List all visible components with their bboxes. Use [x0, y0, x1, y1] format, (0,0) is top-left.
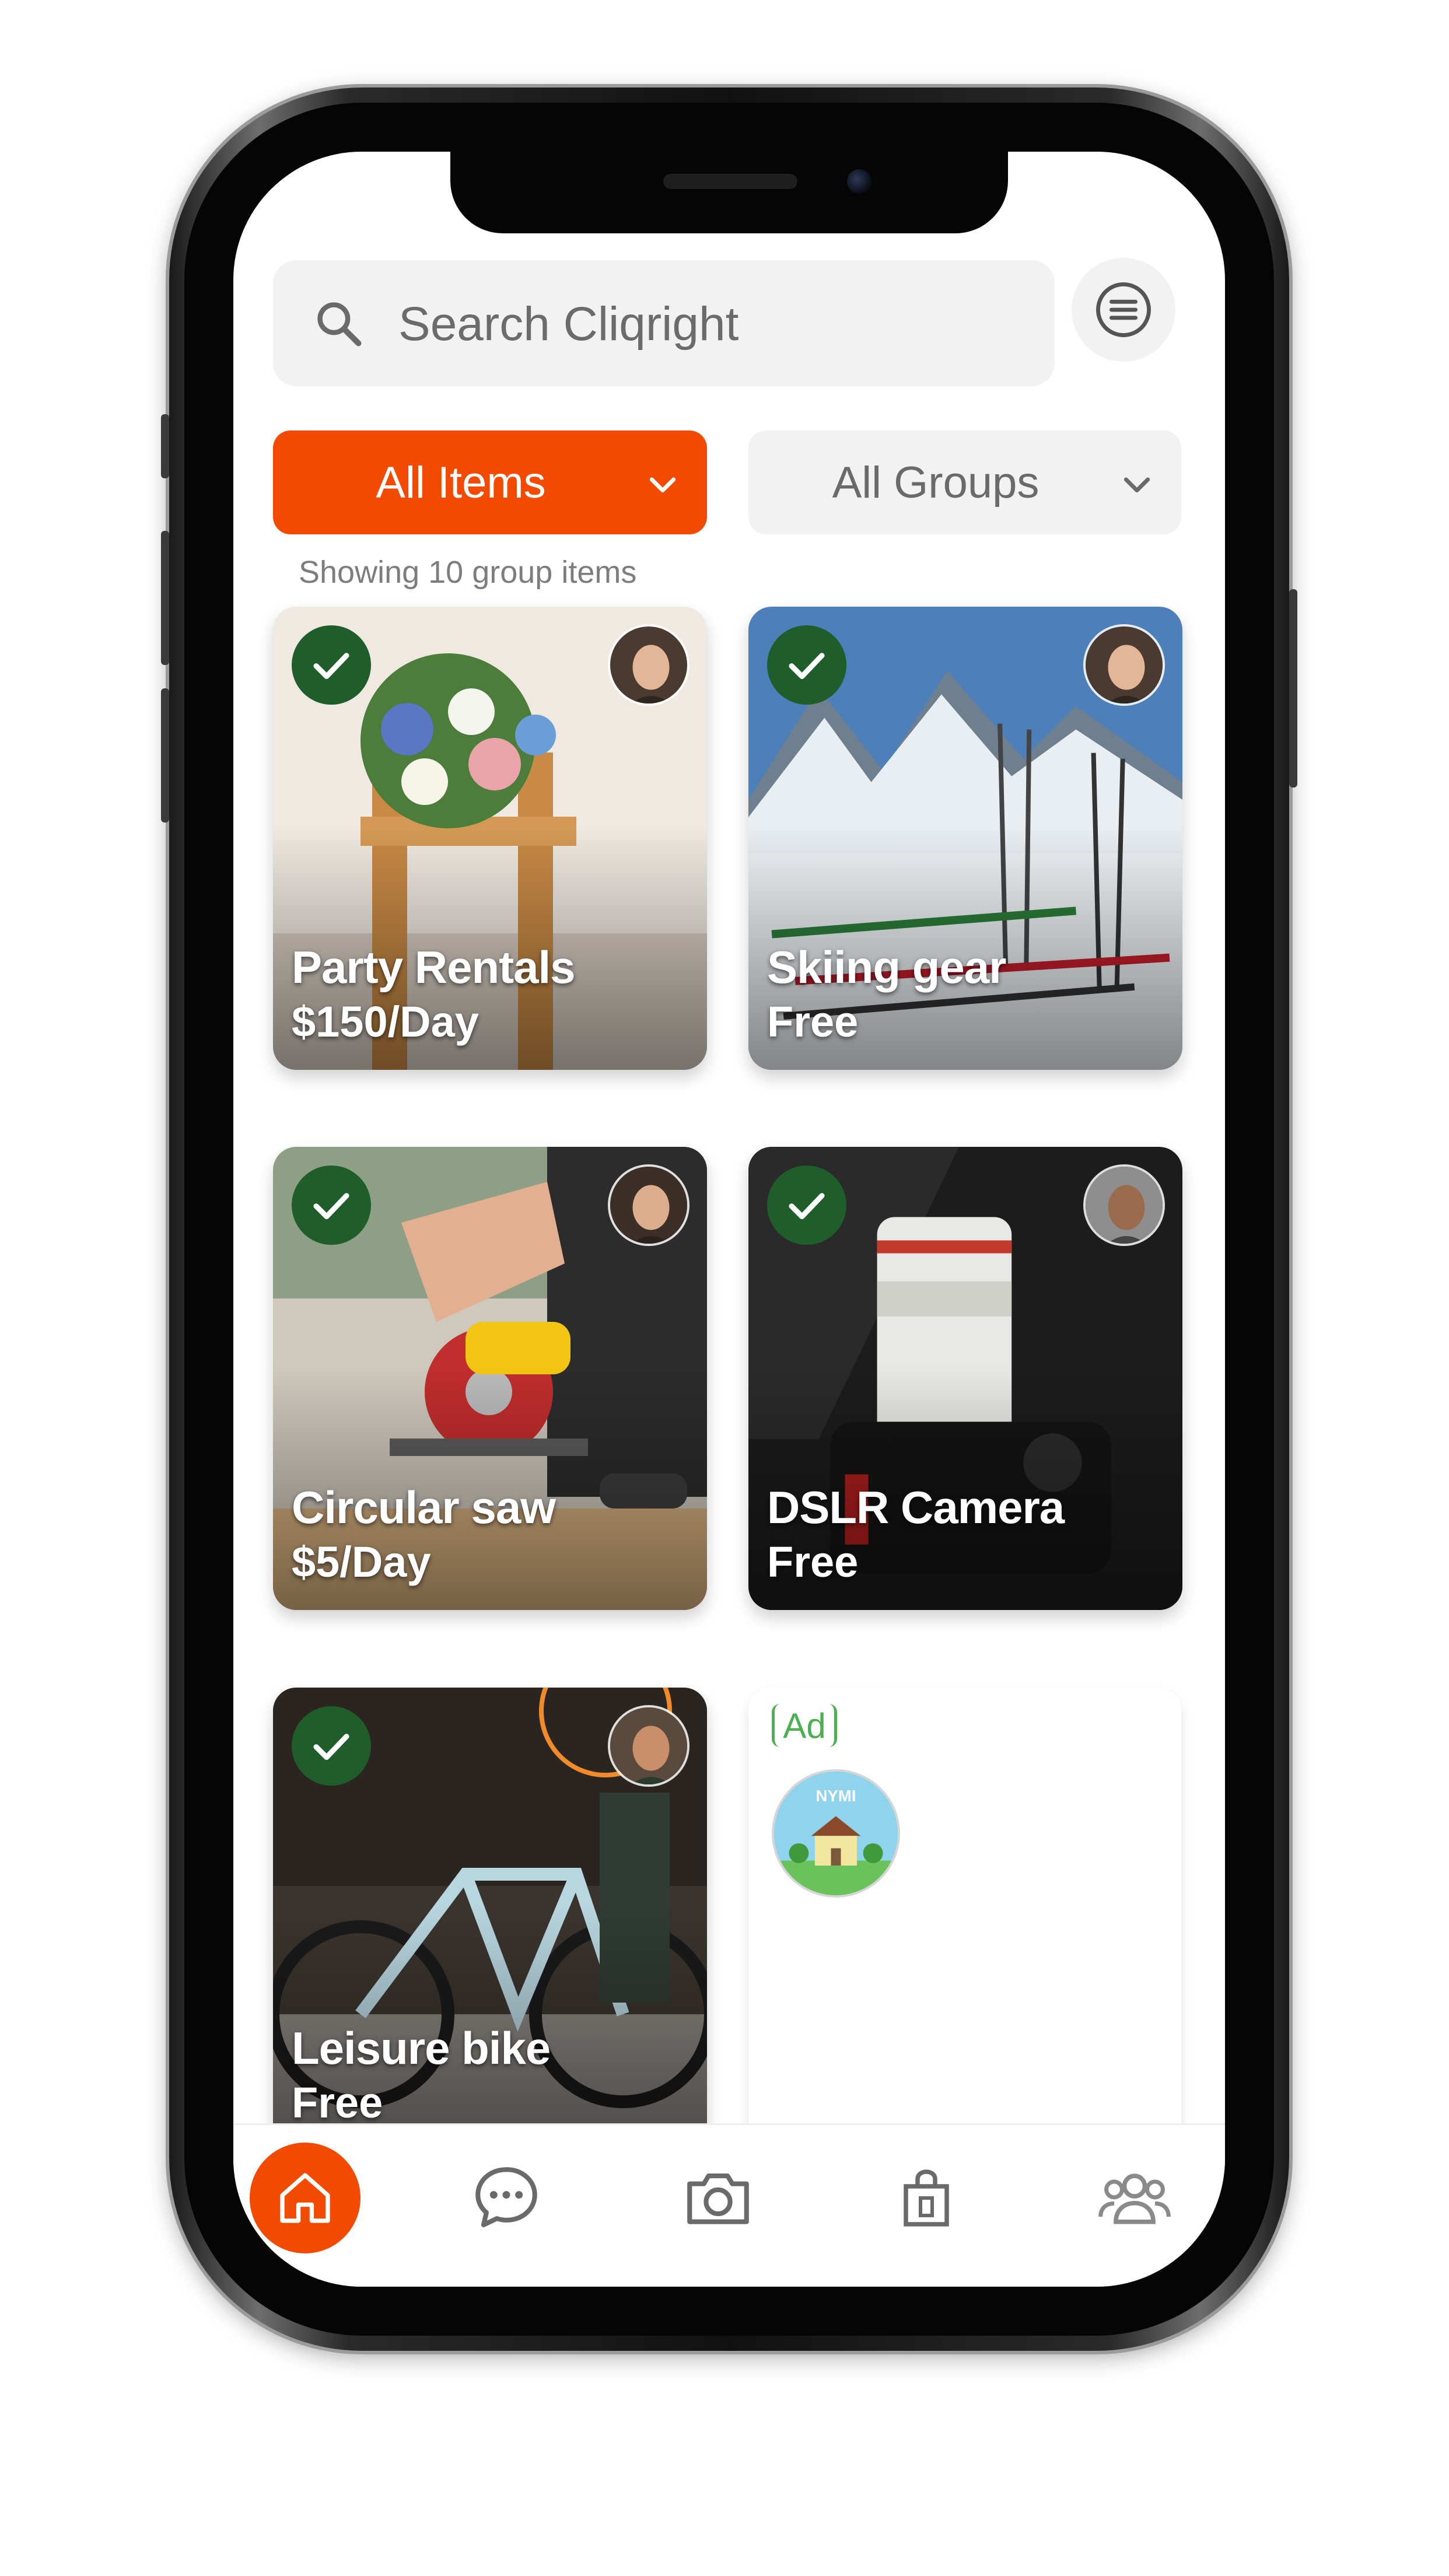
selected-check-icon[interactable] [767, 625, 846, 705]
results-count: Showing 10 group items [299, 555, 637, 590]
nav-home[interactable] [250, 2143, 360, 2253]
selected-check-icon[interactable] [292, 625, 371, 705]
nav-shop[interactable] [871, 2143, 982, 2253]
nymi-logo[interactable]: NYMI [772, 1769, 900, 1898]
camera-icon [687, 2174, 749, 2224]
card-title: Leisure bike [292, 2022, 551, 2074]
ad-badge: Ad [772, 1704, 837, 1747]
all-groups-label: All Groups [832, 457, 1040, 508]
search-icon [317, 302, 362, 346]
owner-avatar[interactable] [608, 624, 690, 706]
notch [450, 152, 1008, 233]
card-title: Party Rentals [292, 942, 576, 993]
speaker-grille [663, 174, 797, 189]
item-card-skiing-gear[interactable]: Skiing gear Free [748, 607, 1182, 1070]
owner-avatar[interactable] [1083, 1164, 1165, 1246]
card-price: Free [292, 2078, 383, 2127]
app-screen: All Items All Groups Showing 10 group it… [233, 152, 1225, 2287]
nav-groups[interactable] [1079, 2143, 1190, 2253]
volume-down-button [161, 688, 169, 822]
bottom-nav [233, 2123, 1225, 2287]
menu-button[interactable] [1072, 258, 1175, 362]
item-card-dslr-camera[interactable]: DSLR Camera Free [748, 1147, 1182, 1610]
selected-check-icon[interactable] [292, 1706, 371, 1786]
search-input[interactable] [398, 295, 1028, 354]
phone-frame: All Items All Groups Showing 10 group it… [161, 88, 1297, 2351]
all-items-label: All Items [376, 457, 546, 508]
shopping-bag-icon [904, 2169, 949, 2227]
card-title: DSLR Camera [767, 1482, 1065, 1533]
card-title: Circular saw [292, 1482, 556, 1533]
mute-switch [161, 414, 169, 478]
item-card-party-rentals[interactable]: Party Rentals $150/Day [273, 607, 707, 1070]
card-price: $150/Day [292, 998, 479, 1046]
item-card-circular-saw[interactable]: Circular saw $5/Day [273, 1147, 707, 1610]
card-title: Skiing gear [767, 942, 1006, 993]
all-items-dropdown[interactable]: All Items [273, 430, 707, 534]
chevron-down-icon [1124, 477, 1150, 493]
chevron-down-icon [649, 477, 676, 493]
group-icon [1098, 2174, 1171, 2224]
nav-chat[interactable] [451, 2143, 562, 2253]
volume-up-button [161, 531, 169, 665]
menu-icon [1096, 282, 1151, 337]
all-groups-dropdown[interactable]: All Groups [748, 430, 1181, 534]
selected-check-icon[interactable] [292, 1166, 371, 1245]
nav-camera[interactable] [663, 2143, 774, 2253]
power-button [1289, 589, 1297, 788]
card-price: $5/Day [292, 1538, 431, 1586]
owner-avatar[interactable] [608, 1705, 690, 1787]
search-bar[interactable] [273, 260, 1055, 386]
item-card-leisure-bike[interactable]: Leisure bike Free [273, 1688, 707, 2151]
chat-icon [475, 2167, 537, 2228]
owner-avatar[interactable] [608, 1164, 690, 1246]
ad-card[interactable]: Ad NYMI [748, 1688, 1181, 2151]
card-price: Free [767, 1538, 859, 1586]
logo-text: NYMI [816, 1787, 856, 1805]
card-price: Free [767, 998, 859, 1046]
home-icon [280, 2173, 330, 2223]
front-camera [847, 169, 872, 194]
owner-avatar[interactable] [1083, 624, 1165, 706]
selected-check-icon[interactable] [767, 1166, 846, 1245]
